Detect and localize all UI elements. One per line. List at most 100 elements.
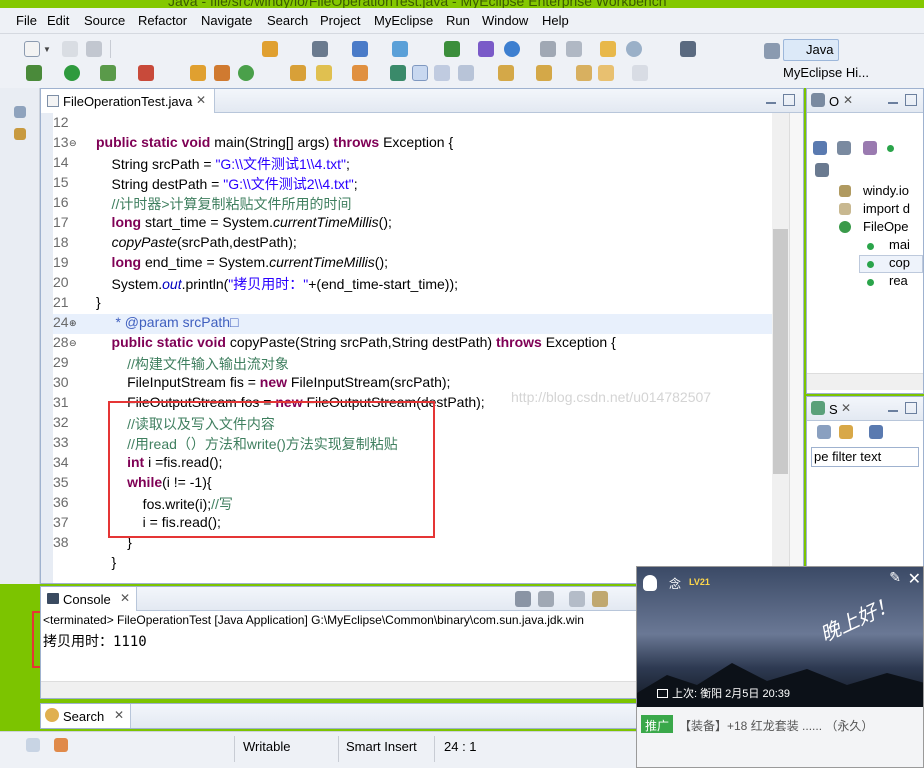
code-line[interactable]: //构建文件输入输出流对象	[96, 354, 289, 374]
code-line[interactable]: * @param srcPath□	[96, 314, 238, 330]
menu-run[interactable]: Run	[446, 13, 470, 28]
maximize-icon[interactable]	[905, 94, 917, 106]
sort-icon[interactable]	[813, 141, 827, 155]
editor-tab[interactable]: FileOperationTest.java ✕	[41, 89, 215, 113]
outline-item-method[interactable]: rea	[889, 273, 908, 288]
code-line[interactable]: public static void main(String[] args) t…	[96, 134, 453, 150]
minimize-icon[interactable]	[887, 402, 899, 414]
new-interface-icon[interactable]	[478, 41, 494, 57]
hide-fields-icon[interactable]	[837, 141, 851, 155]
code-line[interactable]: public static void copyPaste(String srcP…	[96, 334, 616, 350]
show-whitespace-icon[interactable]	[458, 65, 474, 81]
new-icon[interactable]	[24, 41, 40, 57]
console-horizontal-scrollbar[interactable]	[41, 681, 639, 698]
hide-local-types-icon[interactable]	[815, 163, 829, 177]
deploy-icon[interactable]	[312, 41, 328, 57]
collapse-all-icon[interactable]	[817, 425, 831, 439]
toggle-block-icon[interactable]	[434, 65, 450, 81]
menu-project[interactable]: Project	[320, 13, 360, 28]
menu-navigate[interactable]: Navigate	[201, 13, 252, 28]
copy-icon[interactable]	[566, 41, 582, 57]
code-line[interactable]: //计时器>计算复制粘贴文件所用的时间	[96, 194, 352, 214]
close-icon[interactable]: ✕	[196, 93, 206, 107]
refresh-icon[interactable]	[238, 65, 254, 81]
server-icon[interactable]	[262, 41, 278, 57]
code-line[interactable]: String srcPath = "G:\\文件测试1\\4.txt";	[96, 154, 350, 174]
snippets-tab-label[interactable]: S	[829, 402, 838, 417]
code-line[interactable]: long start_time = System.currentTimeMill…	[96, 214, 392, 230]
debug-icon[interactable]	[26, 65, 42, 81]
close-icon[interactable]: ✕	[114, 708, 124, 722]
fold-toggle-icon[interactable]: ⊕	[69, 318, 77, 329]
editor-scroll-thumb[interactable]	[773, 229, 788, 474]
console-output[interactable]: 拷贝用时：1110	[43, 631, 147, 651]
code-line[interactable]: FileInputStream fis = new FileInputStrea…	[96, 374, 450, 390]
back-icon[interactable]	[598, 65, 614, 81]
outline-item-method[interactable]: mai	[889, 237, 910, 252]
code-line[interactable]: System.out.println("拷贝用时："+(end_time-sta…	[96, 274, 458, 294]
terminate-icon[interactable]	[515, 591, 531, 607]
build-icon[interactable]	[214, 65, 230, 81]
code-line[interactable]: copyPaste(srcPath,destPath);	[96, 234, 297, 250]
next-annotation-icon[interactable]	[498, 65, 514, 81]
console-tab[interactable]: Console ✕	[41, 587, 137, 611]
prev-annotation-icon[interactable]	[536, 65, 552, 81]
package-explorer-icon[interactable]	[14, 128, 26, 140]
menu-help[interactable]: Help	[542, 13, 569, 28]
link-editor-icon[interactable]	[839, 425, 853, 439]
hide-static-icon[interactable]	[863, 141, 877, 155]
minimize-icon[interactable]	[887, 94, 899, 106]
stop-server-icon[interactable]	[138, 65, 154, 81]
open-folder-icon[interactable]	[290, 65, 306, 81]
minimize-icon[interactable]	[765, 94, 777, 106]
forward-icon[interactable]	[632, 65, 648, 81]
perspective-myeclipse[interactable]: MyEclipse Hi...	[765, 63, 905, 83]
code-line[interactable]: String destPath = "G:\\文件测试2\\4.txt";	[96, 174, 358, 194]
last-edit-icon[interactable]	[576, 65, 592, 81]
fast-view-icon[interactable]	[26, 738, 40, 752]
progress-icon[interactable]	[54, 738, 68, 752]
outline-item-method[interactable]: cop	[889, 255, 910, 270]
globe-icon[interactable]	[504, 41, 520, 57]
sort-icon[interactable]	[869, 425, 883, 439]
code-line[interactable]: long end_time = System.currentTimeMillis…	[96, 254, 388, 270]
run-external-icon[interactable]	[100, 65, 116, 81]
pencil-icon[interactable]: ✎	[889, 569, 901, 586]
new-java-project-icon[interactable]	[352, 41, 368, 57]
cut-icon[interactable]	[540, 41, 556, 57]
outline-horizontal-scrollbar[interactable]	[807, 373, 923, 390]
menu-myeclipse[interactable]: MyEclipse	[374, 13, 433, 28]
menu-window[interactable]: Window	[482, 13, 528, 28]
menu-source[interactable]: Source	[84, 13, 125, 28]
outline-item-imports[interactable]: import d	[863, 201, 910, 216]
popup-promo-text[interactable]: 【装备】+18 红龙套装 ...... （永久）	[679, 717, 873, 734]
pin-console-icon[interactable]	[592, 591, 608, 607]
close-icon[interactable]: ✕	[908, 569, 921, 589]
highlight-icon[interactable]	[412, 65, 428, 81]
new-class-icon[interactable]	[444, 41, 460, 57]
outline-item-package[interactable]: windy.io	[863, 183, 909, 198]
pencil-icon[interactable]	[316, 65, 332, 81]
outline-item-class[interactable]: FileOpe	[863, 219, 909, 234]
restore-view-icon[interactable]	[14, 106, 26, 118]
menu-file[interactable]: File	[16, 13, 37, 28]
new-package-icon[interactable]	[392, 41, 408, 57]
code-line[interactable]: }	[96, 554, 117, 570]
menu-edit[interactable]: Edit	[47, 13, 69, 28]
mark-occurrences-icon[interactable]	[390, 65, 406, 81]
print-icon[interactable]	[86, 41, 102, 57]
open-type-icon[interactable]	[600, 41, 616, 57]
save-icon[interactable]	[62, 41, 78, 57]
close-icon[interactable]: ✕	[120, 591, 130, 605]
perspective-java[interactable]: Java	[783, 39, 839, 61]
open-task-icon[interactable]	[352, 65, 368, 81]
maximize-icon[interactable]	[783, 94, 795, 106]
search-icon[interactable]	[626, 41, 642, 57]
remove-launches-icon[interactable]	[538, 591, 554, 607]
maximize-icon[interactable]	[905, 402, 917, 414]
code-line[interactable]: }	[96, 294, 101, 310]
fold-toggle-icon[interactable]: ⊖	[69, 338, 77, 349]
run-icon[interactable]	[64, 65, 80, 81]
filter-input[interactable]: pe filter text	[811, 447, 919, 467]
monitor-icon[interactable]	[680, 41, 696, 57]
